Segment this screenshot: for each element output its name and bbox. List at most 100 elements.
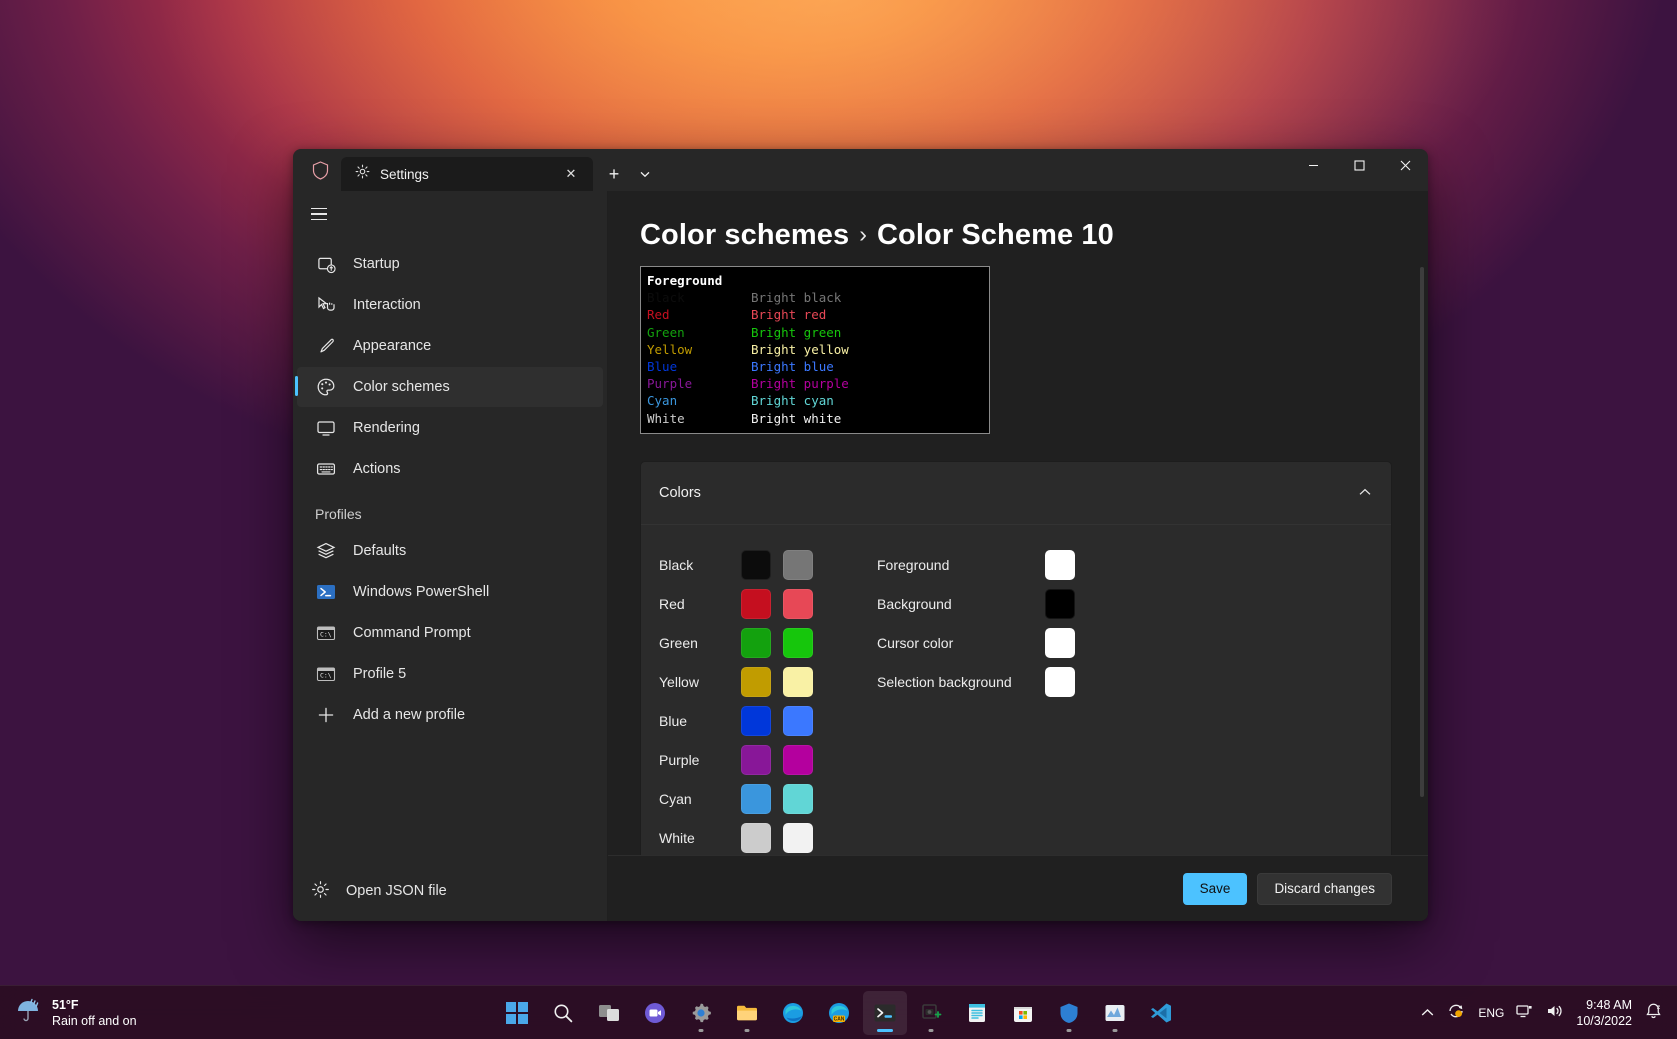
sidebar-item-color-schemes[interactable]: Color schemes bbox=[297, 367, 603, 407]
appearance-icon bbox=[315, 335, 337, 357]
sidebar-item-windows-powershell[interactable]: Windows PowerShell bbox=[297, 572, 603, 612]
close-button[interactable] bbox=[1382, 149, 1428, 181]
start-icon[interactable] bbox=[495, 991, 539, 1035]
swatch-cyan-normal[interactable] bbox=[741, 784, 771, 814]
tab-settings[interactable]: Settings ✕ bbox=[341, 157, 593, 191]
color-row-green: Green bbox=[659, 623, 861, 662]
color-row-label: Black bbox=[659, 557, 729, 573]
windows-security-icon[interactable] bbox=[1047, 991, 1091, 1035]
swatch-cyan-bright[interactable] bbox=[783, 784, 813, 814]
edge-icon[interactable] bbox=[771, 991, 815, 1035]
sidebar-item-profile-5[interactable]: C:\ Profile 5 bbox=[297, 654, 603, 694]
task-view-icon[interactable] bbox=[587, 991, 631, 1035]
sidebar-item-rendering[interactable]: Rendering bbox=[297, 408, 603, 448]
sidebar-item-label: Windows PowerShell bbox=[353, 584, 489, 600]
volume-icon[interactable] bbox=[1546, 1003, 1564, 1022]
discard-changes-button[interactable]: Discard changes bbox=[1257, 873, 1392, 905]
onedrive-sync-icon[interactable] bbox=[1446, 1002, 1466, 1023]
breadcrumb-root[interactable]: Color schemes bbox=[640, 219, 849, 251]
settings-icon[interactable] bbox=[679, 991, 723, 1035]
preview-bright-label: Bright black bbox=[751, 290, 841, 305]
swatch-green-normal[interactable] bbox=[741, 628, 771, 658]
swatch-purple-normal[interactable] bbox=[741, 745, 771, 775]
notification-bell-icon[interactable]: z bbox=[1644, 1002, 1663, 1024]
snipping-tool-icon[interactable] bbox=[909, 991, 953, 1035]
save-button[interactable]: Save bbox=[1183, 873, 1248, 905]
sidebar-section-profiles: Profiles bbox=[293, 490, 607, 530]
preview-color-row: GreenBright green bbox=[647, 324, 983, 341]
color-scheme-preview: ForegroundBlackBright blackRedBright red… bbox=[640, 266, 990, 434]
search-icon[interactable] bbox=[541, 991, 585, 1035]
swatch-purple-bright[interactable] bbox=[783, 745, 813, 775]
notepad-icon[interactable] bbox=[955, 991, 999, 1035]
swatch-green-bright[interactable] bbox=[783, 628, 813, 658]
running-indicator bbox=[1112, 1029, 1117, 1032]
swatch-foreground[interactable] bbox=[1045, 550, 1075, 580]
chevron-down-icon[interactable] bbox=[631, 160, 659, 188]
page-title: Color Scheme 10 bbox=[877, 219, 1114, 251]
vscode-icon[interactable] bbox=[1139, 991, 1183, 1035]
preview-normal-label: Blue bbox=[647, 358, 751, 375]
preview-normal-label: Green bbox=[647, 324, 751, 341]
system-tray: ENG 9:48 AM 10/3/2022 z bbox=[1421, 997, 1677, 1029]
swatch-white-bright[interactable] bbox=[783, 823, 813, 853]
windows-terminal-icon[interactable] bbox=[863, 991, 907, 1035]
sidebar-item-command-prompt[interactable]: C:\ Command Prompt bbox=[297, 613, 603, 653]
network-icon[interactable] bbox=[1516, 1003, 1534, 1022]
weather-widget[interactable]: 51°F Rain off and on bbox=[0, 996, 300, 1029]
clock[interactable]: 9:48 AM 10/3/2022 bbox=[1576, 997, 1632, 1029]
tab-title: Settings bbox=[380, 167, 549, 182]
sidebar-item-interaction[interactable]: Interaction bbox=[297, 285, 603, 325]
sidebar-item-label: Profile 5 bbox=[353, 666, 406, 682]
hamburger-icon[interactable] bbox=[311, 198, 343, 230]
plus-icon bbox=[315, 704, 337, 726]
title-bar-left: Settings ✕ + bbox=[293, 149, 659, 191]
rendering-icon bbox=[315, 417, 337, 439]
microsoft-store-icon[interactable] bbox=[1001, 991, 1045, 1035]
actions-icon bbox=[315, 458, 337, 480]
swatch-white-normal[interactable] bbox=[741, 823, 771, 853]
minimize-button[interactable] bbox=[1290, 149, 1336, 181]
swatch-blue-bright[interactable] bbox=[783, 706, 813, 736]
sidebar-item-defaults[interactable]: Defaults bbox=[297, 531, 603, 571]
swatch-yellow-bright[interactable] bbox=[783, 667, 813, 697]
clock-date: 10/3/2022 bbox=[1576, 1013, 1632, 1029]
performance-icon[interactable] bbox=[1093, 991, 1137, 1035]
maximize-button[interactable] bbox=[1336, 149, 1382, 181]
colors-expander-header[interactable]: Colors bbox=[641, 462, 1391, 524]
new-tab-button[interactable]: + bbox=[599, 160, 629, 188]
color-row-label: Red bbox=[659, 596, 729, 612]
tray-overflow-icon[interactable] bbox=[1421, 1006, 1434, 1020]
swatch-red-normal[interactable] bbox=[741, 589, 771, 619]
edge-canary-icon[interactable]: CAN bbox=[817, 991, 861, 1035]
running-indicator bbox=[928, 1029, 933, 1032]
breadcrumb: Color schemes›Color Scheme 10 bbox=[608, 191, 1428, 266]
swatch-black-normal[interactable] bbox=[741, 550, 771, 580]
svg-text:C:\: C:\ bbox=[320, 631, 332, 639]
gear-icon bbox=[355, 164, 370, 184]
color-row-label: Blue bbox=[659, 713, 729, 729]
shield-icon[interactable] bbox=[301, 149, 339, 191]
preview-normal-label: White bbox=[647, 410, 751, 427]
swatch-red-bright[interactable] bbox=[783, 589, 813, 619]
sidebar-item-actions[interactable]: Actions bbox=[297, 449, 603, 489]
chat-icon[interactable] bbox=[633, 991, 677, 1035]
color-row-selection-background: Selection background bbox=[877, 662, 1075, 701]
settings-content: Color schemes›Color Scheme 10 Foreground… bbox=[608, 191, 1428, 921]
color-row-label: Cyan bbox=[659, 791, 729, 807]
sidebar-item-startup[interactable]: Startup bbox=[297, 244, 603, 284]
swatch-selection-background[interactable] bbox=[1045, 667, 1075, 697]
sidebar-item-appearance[interactable]: Appearance bbox=[297, 326, 603, 366]
swatch-cursor-color[interactable] bbox=[1045, 628, 1075, 658]
swatch-blue-normal[interactable] bbox=[741, 706, 771, 736]
file-explorer-icon[interactable] bbox=[725, 991, 769, 1035]
content-scrollbar[interactable] bbox=[1420, 267, 1424, 797]
running-indicator bbox=[698, 1029, 703, 1032]
swatch-background[interactable] bbox=[1045, 589, 1075, 619]
sidebar-item-add-new-profile[interactable]: Add a new profile bbox=[297, 695, 603, 735]
close-icon[interactable]: ✕ bbox=[559, 162, 583, 186]
language-indicator[interactable]: ENG bbox=[1478, 1006, 1504, 1020]
swatch-yellow-normal[interactable] bbox=[741, 667, 771, 697]
open-json-file-button[interactable]: Open JSON file bbox=[293, 880, 447, 903]
swatch-black-bright[interactable] bbox=[783, 550, 813, 580]
